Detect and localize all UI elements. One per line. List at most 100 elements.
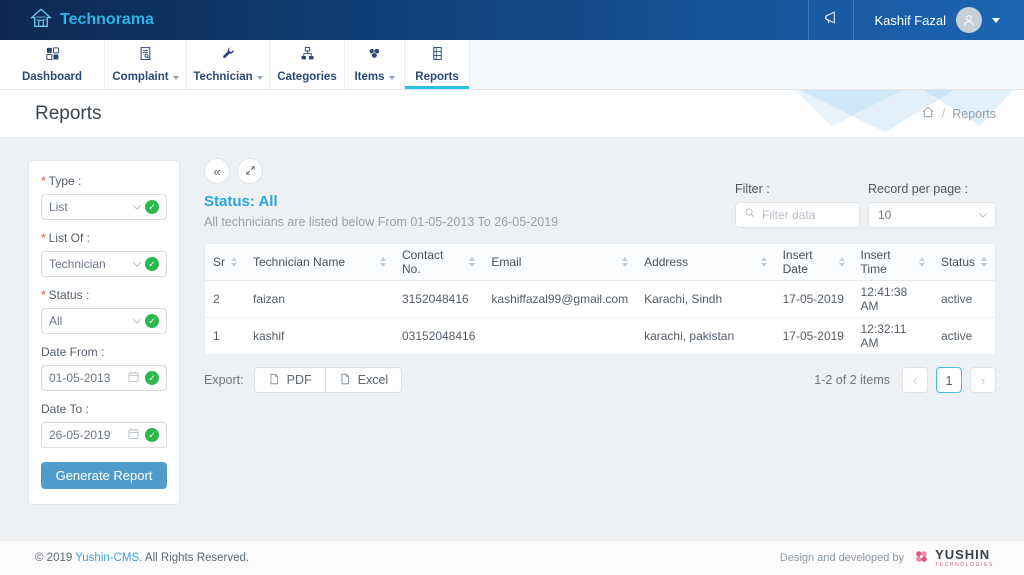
chevron-down-icon <box>133 315 141 323</box>
user-menu[interactable]: Kashif Fazal <box>854 0 1024 40</box>
valid-check-icon: ✓ <box>145 314 159 328</box>
col-technician-name[interactable]: Technician Name <box>245 244 394 281</box>
export-label: Export: <box>204 373 244 387</box>
sort-icon <box>469 257 475 267</box>
sort-icon <box>622 257 628 267</box>
breadcrumb-current: Reports <box>952 107 996 121</box>
pagination: 1-2 of 2 items ‹ 1 › <box>814 367 996 393</box>
coins-icon <box>367 46 382 66</box>
chevron-down-icon <box>979 209 987 217</box>
fullscreen-button[interactable] <box>237 158 263 184</box>
list-of-select[interactable]: Technician ✓ <box>41 251 167 277</box>
nav-label: Reports <box>415 71 458 83</box>
table-controls: Filter : Record per page : 10 <box>735 182 996 228</box>
col-status[interactable]: Status <box>933 244 996 281</box>
field-list-of: *List Of : Technician ✓ <box>41 231 167 277</box>
date-value: 26-05-2019 <box>49 428 122 442</box>
cell-email <box>483 318 636 355</box>
valid-check-icon: ✓ <box>145 200 159 214</box>
chevron-left-icon: ‹ <box>913 373 917 388</box>
report-main: « Filter : Record per page : <box>204 158 996 393</box>
yushin-brand-sub: TECHNOLOGIES <box>935 563 994 568</box>
field-date-to: Date To : 26-05-2019 ✓ <box>41 402 167 448</box>
field-date-from: Date From : 01-05-2013 ✓ <box>41 345 167 391</box>
export-excel-button[interactable]: Excel <box>325 367 403 393</box>
col-sr[interactable]: Sr <box>205 244 246 281</box>
user-name: Kashif Fazal <box>874 13 946 28</box>
topbar: Technorama Kashif Fazal <box>0 0 1024 40</box>
nav-item-items[interactable]: Items <box>345 40 405 89</box>
generate-report-button[interactable]: Generate Report <box>41 462 167 489</box>
nav-label: Complaint <box>112 71 168 83</box>
date-from-input[interactable]: 01-05-2013 ✓ <box>41 365 167 391</box>
technorama-house-icon <box>30 7 52 34</box>
col-address[interactable]: Address <box>636 244 775 281</box>
footer-brand-link[interactable]: Yushin-CMS <box>75 552 139 564</box>
per-page-value: 10 <box>878 208 891 222</box>
cell-address: Karachi, Sindh <box>636 281 775 318</box>
complaint-icon <box>138 46 153 66</box>
yushin-logo-link[interactable]: YUSHIN TECHNOLOGIES <box>913 548 994 568</box>
cell-status: active <box>933 281 996 318</box>
dashboard-icon <box>45 46 60 66</box>
filter-group: Filter : <box>735 182 860 228</box>
col-email[interactable]: Email <box>483 244 636 281</box>
chevron-down-icon <box>257 76 263 80</box>
chevron-down-icon <box>389 76 395 80</box>
status-select[interactable]: All ✓ <box>41 308 167 334</box>
field-label: Status : <box>49 288 90 302</box>
collapse-icon: « <box>213 164 220 179</box>
sort-icon <box>380 257 386 267</box>
col-insert-time[interactable]: Insert Time <box>853 244 933 281</box>
content: *Type : List ✓ *List Of : Technician ✓ *… <box>0 138 1024 540</box>
nav-item-reports[interactable]: Reports <box>405 40 470 89</box>
sort-icon <box>839 257 845 267</box>
sort-icon <box>919 257 925 267</box>
cell-insert-date: 17-05-2019 <box>775 281 853 318</box>
cell-status: active <box>933 318 996 355</box>
prev-page-button[interactable]: ‹ <box>902 367 928 393</box>
cell-insert-time: 12:32:11 AM <box>853 318 933 355</box>
collapse-panel-button[interactable]: « <box>204 158 230 184</box>
nav-item-technician[interactable]: Technician <box>187 40 270 89</box>
date-to-input[interactable]: 26-05-2019 ✓ <box>41 422 167 448</box>
copyright-suffix: . All Rights Reserved. <box>139 552 249 564</box>
nav-item-complaint[interactable]: Complaint <box>105 40 187 89</box>
col-contact-no[interactable]: Contact No. <box>394 244 483 281</box>
export-pdf-button[interactable]: PDF <box>254 367 326 393</box>
chevron-right-icon: › <box>981 373 985 388</box>
per-page-select[interactable]: 10 <box>868 202 996 228</box>
valid-check-icon: ✓ <box>145 371 159 385</box>
col-insert-date[interactable]: Insert Date <box>775 244 853 281</box>
topbar-spacer <box>154 0 809 40</box>
yushin-clover-icon <box>913 548 930 568</box>
page-1-button[interactable]: 1 <box>936 367 962 393</box>
cell-sr: 2 <box>205 281 246 318</box>
announcements-button[interactable] <box>808 0 854 40</box>
cell-contact-no: 3152048416 <box>394 281 483 318</box>
cell-address: karachi, pakistan <box>636 318 775 355</box>
filter-label: Filter : <box>735 182 860 196</box>
table-row: 2 faizan 3152048416 kashiffazal99@gmail.… <box>205 281 996 318</box>
type-select[interactable]: List ✓ <box>41 194 167 220</box>
nav-item-dashboard[interactable]: Dashboard <box>0 40 105 89</box>
report-filters-panel: *Type : List ✓ *List Of : Technician ✓ *… <box>28 160 180 505</box>
avatar <box>956 7 982 33</box>
next-page-button[interactable]: › <box>970 367 996 393</box>
page-header: Reports / Reports <box>0 90 1024 138</box>
filter-input[interactable] <box>762 208 851 222</box>
technicians-table: Sr Technician Name Contact No. Email Add… <box>204 243 996 355</box>
cell-sr: 1 <box>205 318 246 355</box>
nav-label: Technician <box>193 71 252 83</box>
nav-item-categories[interactable]: Categories <box>270 40 345 89</box>
field-status: *Status : All ✓ <box>41 288 167 334</box>
cell-technician-name: kashif <box>245 318 394 355</box>
calendar-icon <box>127 370 140 386</box>
valid-check-icon: ✓ <box>145 257 159 271</box>
brand-logo[interactable]: Technorama <box>0 0 154 40</box>
home-icon[interactable] <box>921 105 935 122</box>
page-title: Reports <box>35 103 102 125</box>
copyright-prefix: © 2019 <box>35 552 75 564</box>
per-page-group: Record per page : 10 <box>868 182 996 228</box>
sort-icon <box>981 257 987 267</box>
